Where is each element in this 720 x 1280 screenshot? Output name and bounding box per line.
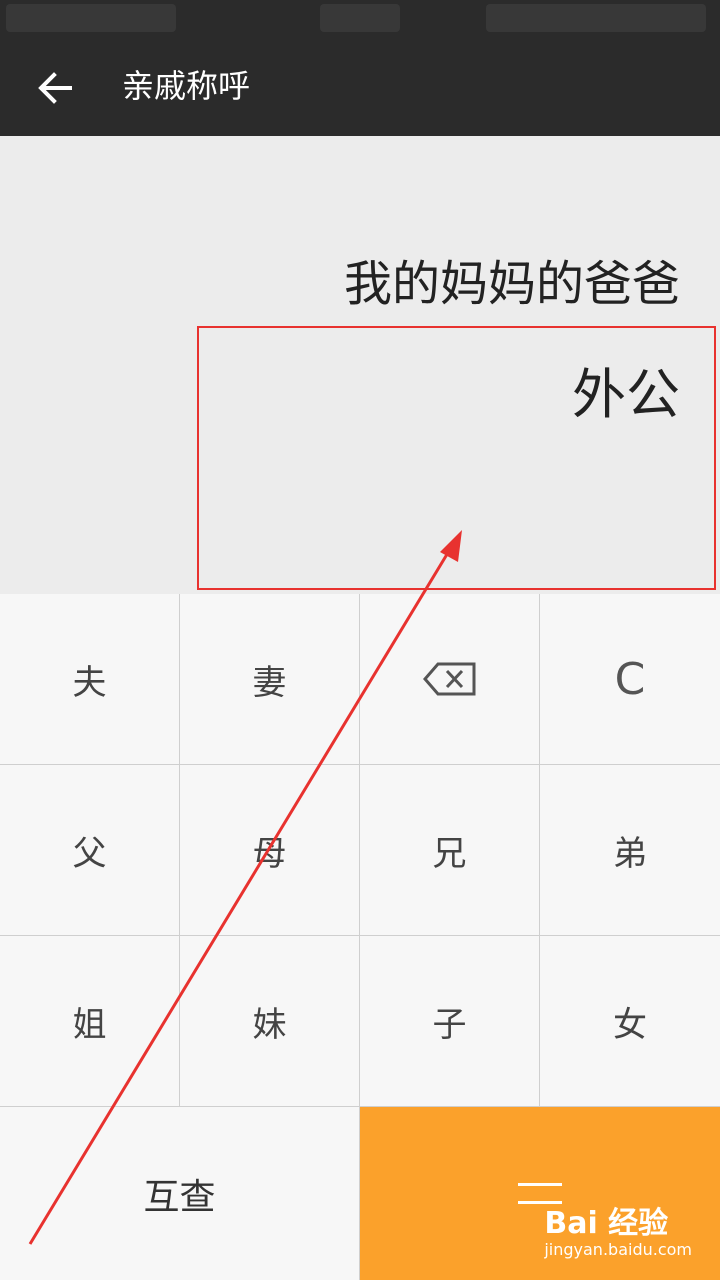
back-button[interactable] (34, 66, 78, 110)
key-daughter[interactable]: 女 (540, 936, 720, 1107)
backspace-button[interactable] (360, 594, 540, 765)
page-title: 亲戚称呼 (122, 67, 251, 105)
watermark: Bai 经验 jingyan.baidu.com (544, 1208, 692, 1260)
keypad: 夫 妻 C 父 母 兄 弟 姐 妹 子 女 互查 (0, 594, 720, 1280)
key-younger-brother[interactable]: 弟 (540, 765, 720, 936)
result-text: 外公 (572, 363, 680, 426)
equals-icon (518, 1182, 562, 1204)
key-younger-sister[interactable]: 妹 (180, 936, 360, 1107)
key-mother[interactable]: 母 (180, 765, 360, 936)
status-blur-left (6, 4, 176, 32)
watermark-brand: Bai 经验 (544, 1206, 669, 1241)
key-father[interactable]: 父 (0, 765, 180, 936)
status-blur-mid (320, 4, 400, 32)
lookup-button[interactable]: 互查 (0, 1107, 360, 1280)
key-wife[interactable]: 妻 (180, 594, 360, 765)
app-bar: 亲戚称呼 (0, 36, 720, 136)
arrow-left-icon (38, 72, 72, 104)
status-blur-right (486, 4, 706, 32)
key-husband[interactable]: 夫 (0, 594, 180, 765)
status-bar (0, 0, 720, 36)
key-elder-brother[interactable]: 兄 (360, 765, 540, 936)
watermark-url: jingyan.baidu.com (544, 1240, 692, 1259)
key-elder-sister[interactable]: 姐 (0, 936, 180, 1107)
clear-button[interactable]: C (540, 594, 720, 765)
backspace-icon (422, 662, 475, 696)
expression-text: 我的妈妈的爸爸 (343, 256, 680, 312)
key-son[interactable]: 子 (360, 936, 540, 1107)
